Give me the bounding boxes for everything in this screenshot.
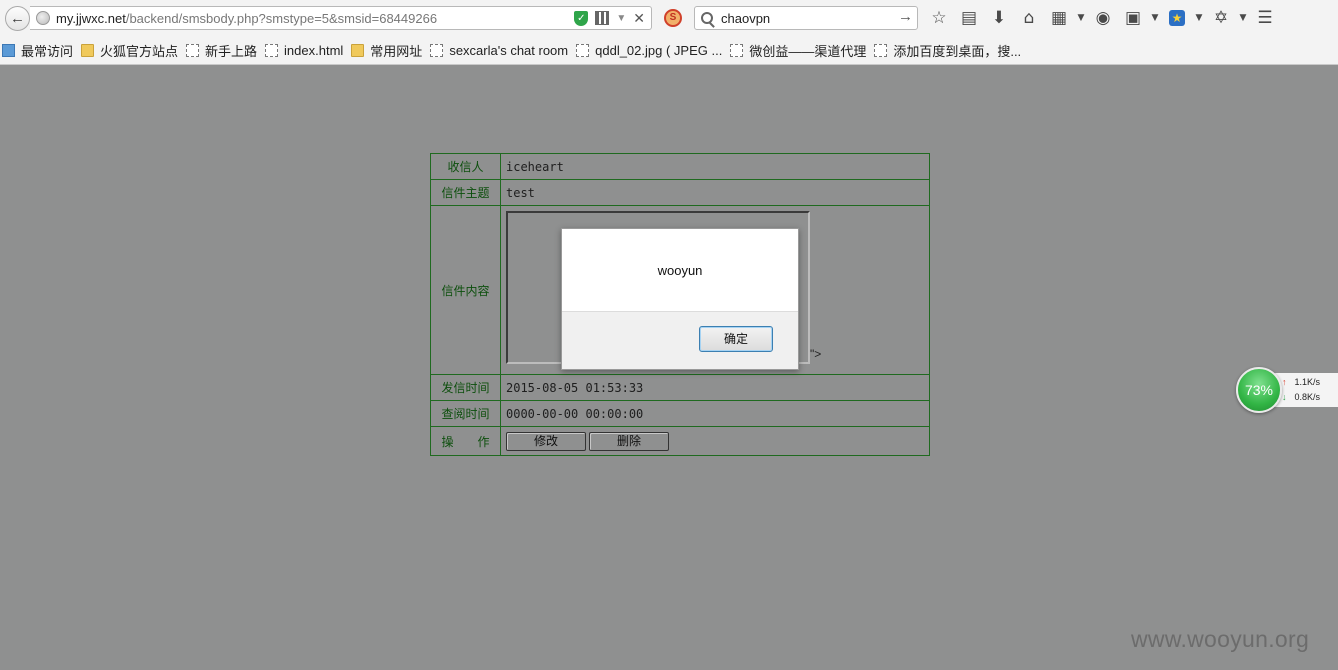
folder-icon [81, 43, 95, 57]
table-row: 收信人 iceheart [430, 153, 930, 180]
addon-dropdown-icon[interactable]: ▼ [1236, 6, 1250, 30]
watermark: www.wooyun.org [1131, 626, 1310, 652]
recipient-label: 收信人 [430, 153, 501, 180]
security-shield-icon[interactable]: ✓ [574, 10, 589, 26]
bookmark-getting-started[interactable]: 新手上路 [186, 41, 257, 60]
noscript-block-icon[interactable]: S [664, 9, 682, 27]
search-bar[interactable]: → [694, 6, 918, 30]
bookmark-firefox-official[interactable]: 火狐官方站点 [81, 41, 178, 60]
search-input[interactable] [721, 10, 896, 26]
extension-star-icon[interactable]: ★ [1162, 6, 1192, 30]
page-icon [730, 43, 744, 57]
download-icon[interactable]: ⬇ [984, 6, 1014, 30]
page-icon [576, 43, 590, 57]
delete-button[interactable]: 删除 [589, 431, 669, 451]
bookmark-label: 常用网址 [370, 43, 423, 59]
bookmark-label: 最常访问 [21, 43, 74, 59]
page-action-icon[interactable]: ▦ [1044, 6, 1074, 30]
stop-close-icon[interactable]: ✕ [633, 10, 645, 27]
upload-speed-row: ↑ 1.1K/s [1282, 377, 1338, 387]
page-action-dropdown-icon[interactable]: ▼ [1074, 6, 1088, 30]
bookmark-folder-icon [2, 43, 15, 57]
body-label: 信件内容 [430, 205, 501, 375]
alert-dialog: wooyun 确定 [561, 228, 799, 370]
download-speed-row: ↓ 0.8K/s [1282, 392, 1338, 402]
url-host: my.jjwxc.net [56, 10, 126, 26]
crop-icon[interactable]: ▣ [1118, 6, 1148, 30]
upload-speed: 1.1K/s [1294, 377, 1321, 387]
folder-icon [351, 43, 365, 57]
url-path: /backend/smsbody.php?smstype=5&smsid=684… [125, 10, 438, 26]
table-row: 发信时间 2015-08-05 01:53:33 [430, 374, 930, 401]
url-bar-actions: ✓ ▼ ✕ [574, 10, 645, 26]
bookmark-baidu-desktop[interactable]: 添加百度到桌面，搜... [874, 41, 1021, 60]
back-arrow-icon[interactable]: ← [5, 6, 30, 31]
alert-ok-button[interactable]: 确定 [699, 326, 773, 352]
bookmark-label: 新手上路 [205, 43, 258, 59]
read-time-value: 0000-00-00 00:00:00 [500, 400, 930, 427]
edit-button[interactable]: 修改 [506, 431, 586, 451]
bookmark-channel-agent[interactable]: 微创益——渠道代理 [730, 41, 866, 60]
browser-toolbar: ← my.jjwxc.net/backend/smsbody.php?smsty… [0, 0, 1338, 36]
home-icon[interactable]: ⌂ [1014, 6, 1044, 30]
site-identity-icon[interactable] [36, 11, 50, 25]
bookmark-label: index.html [284, 42, 344, 58]
url-bar[interactable]: my.jjwxc.net/backend/smsbody.php?smstype… [30, 6, 652, 30]
menu-icon[interactable]: ☰ [1250, 6, 1280, 30]
bookmark-label: 微创益——渠道代理 [749, 43, 867, 59]
page-icon [430, 43, 444, 57]
bookmark-label: sexcarla's chat room [449, 42, 569, 58]
chat-icon[interactable]: ◉ [1088, 6, 1118, 30]
bookmarks-bar: 最常访问 火狐官方站点 新手上路 index.html 常用网址 sexcarl… [0, 36, 1338, 65]
extension-dropdown-icon[interactable]: ▼ [1192, 6, 1206, 30]
page-icon [186, 43, 200, 57]
bookmark-star-icon[interactable]: ☆ [924, 6, 954, 30]
page-icon [874, 43, 888, 57]
bookmark-label: qddl_02.jpg ( JPEG ... [595, 42, 723, 58]
body-tail-text: "> [810, 347, 822, 361]
read-time-label: 查阅时间 [430, 400, 501, 427]
table-row: 信件主题 test [430, 179, 930, 206]
network-speed-widget[interactable]: ↑ 1.1K/s ↓ 0.8K/s 73% [1236, 367, 1338, 413]
bookmark-common-sites[interactable]: 常用网址 [351, 41, 422, 60]
actions-label: 操 作 [430, 426, 501, 456]
bookmark-most-visited[interactable]: 最常访问 [2, 41, 73, 60]
crop-dropdown-icon[interactable]: ▼ [1148, 6, 1162, 30]
subject-label: 信件主题 [430, 179, 501, 206]
bookmark-index-html[interactable]: index.html [265, 43, 343, 58]
reading-list-icon[interactable]: ▤ [954, 6, 984, 30]
actions-cell: 修改 删除 [500, 426, 930, 456]
upload-arrow-icon: ↑ [1282, 377, 1287, 387]
alert-message: wooyun [657, 263, 703, 278]
memory-gauge[interactable]: 73% [1236, 367, 1282, 413]
download-arrow-icon: ↓ [1282, 392, 1287, 402]
toolbar-icons: ☆ ▤ ⬇ ⌂ ▦ ▼ ◉ ▣ ▼ ★ ▼ ✡ ▼ ☰ [924, 6, 1280, 30]
page-icon [265, 43, 279, 57]
bookmark-label: 火狐官方站点 [100, 43, 179, 59]
url-history-dropdown-icon[interactable]: ▼ [616, 13, 626, 24]
qr-code-icon[interactable] [595, 11, 610, 25]
bookmark-jpeg[interactable]: qddl_02.jpg ( JPEG ... [576, 43, 722, 58]
subject-value: test [500, 179, 930, 206]
search-go-arrow-icon[interactable]: → [898, 8, 913, 25]
bookmark-chat-room[interactable]: sexcarla's chat room [430, 43, 568, 58]
addon-icon[interactable]: ✡ [1206, 6, 1236, 30]
sent-time-value: 2015-08-05 01:53:33 [500, 374, 930, 401]
table-row: 操 作 修改 删除 [430, 426, 930, 456]
sent-time-label: 发信时间 [430, 374, 501, 401]
recipient-value: iceheart [500, 153, 930, 180]
download-speed: 0.8K/s [1294, 392, 1321, 402]
bookmark-label: 添加百度到桌面，搜... [893, 43, 1022, 59]
alert-footer: 确定 [562, 311, 798, 369]
search-icon[interactable] [701, 12, 713, 24]
url-text[interactable]: my.jjwxc.net/backend/smsbody.php?smstype… [56, 11, 437, 26]
table-row: 查阅时间 0000-00-00 00:00:00 [430, 400, 930, 427]
